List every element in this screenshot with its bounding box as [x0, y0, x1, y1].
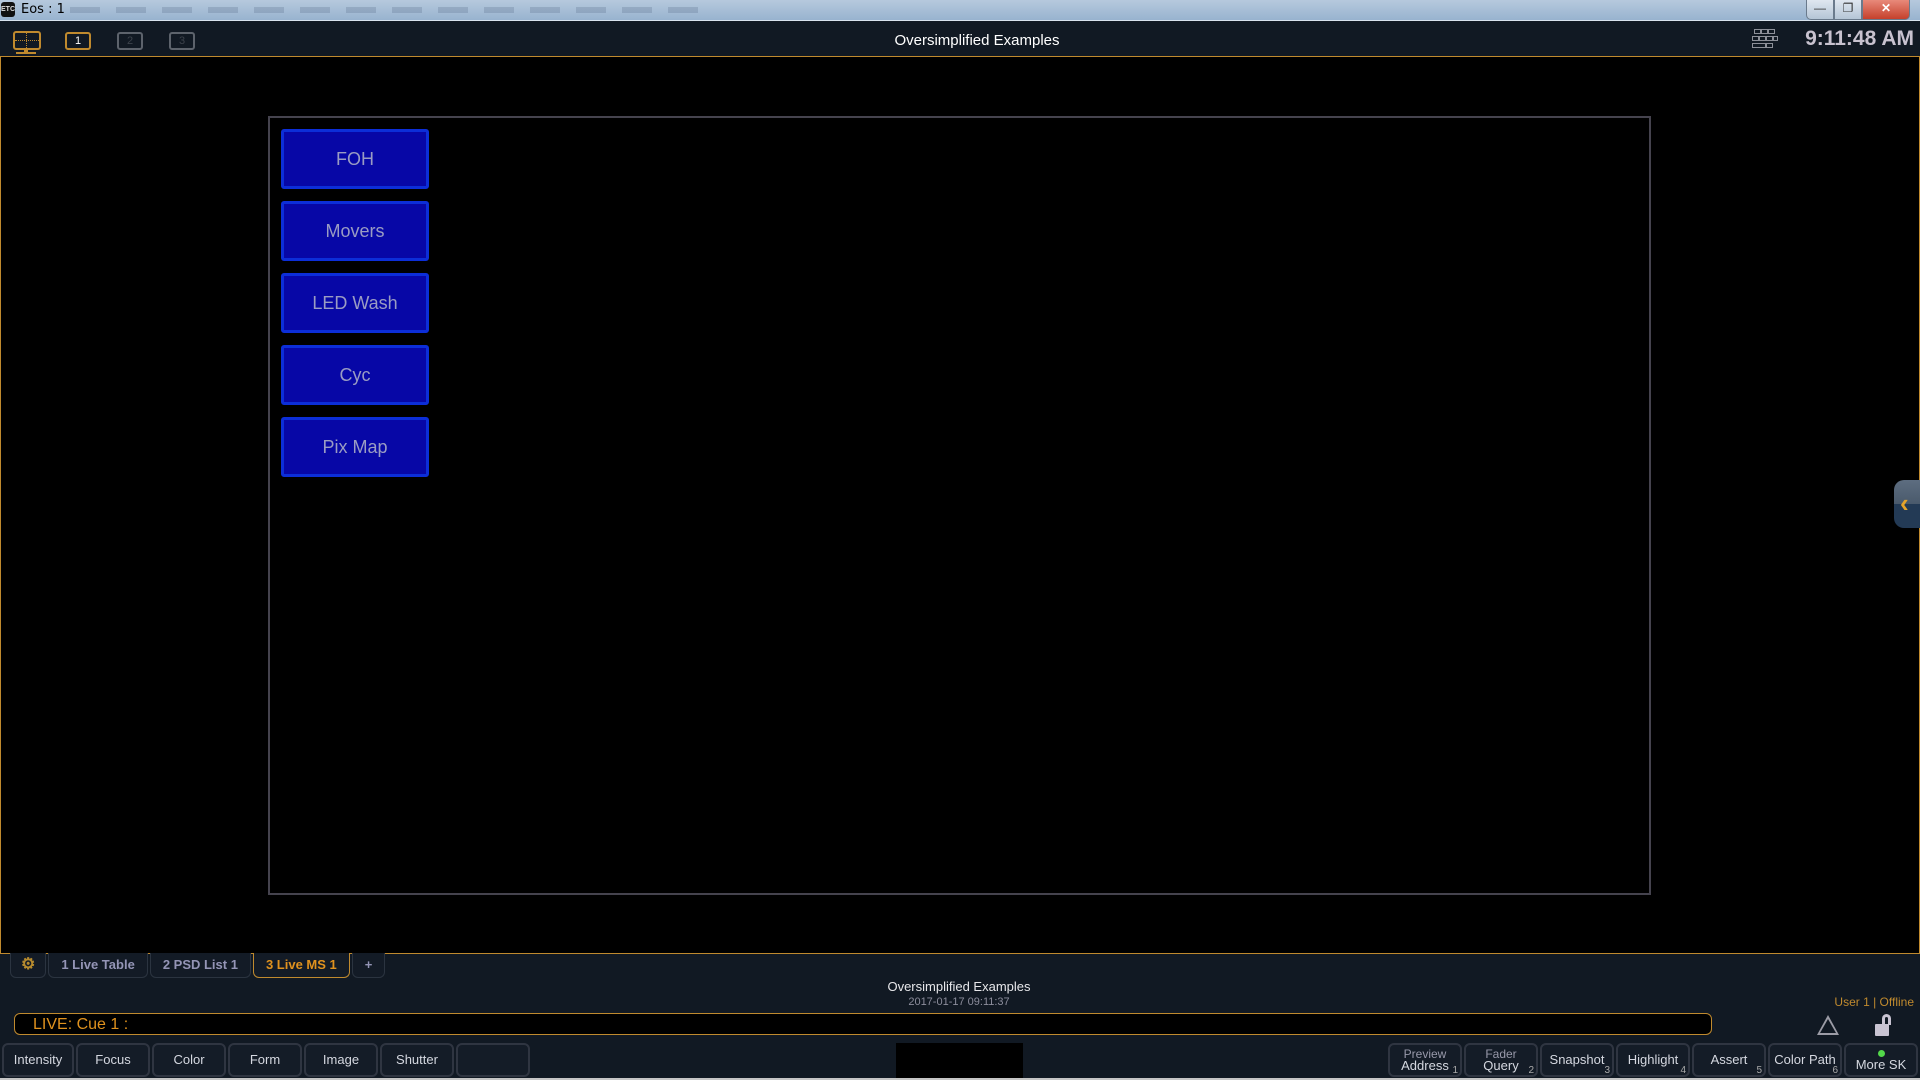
window-title: Eos : 1 — [21, 2, 65, 17]
monitor-base — [16, 52, 36, 54]
softkey-number: 1 — [1452, 1065, 1458, 1076]
etc-logo-icon: ETC — [1, 2, 15, 17]
softkeys: Preview Address 1 Fader Query 2 Snapshot… — [1388, 1043, 1920, 1077]
softkey-empty[interactable] — [456, 1043, 530, 1077]
ms-button-led-wash[interactable]: LED Wash — [281, 273, 429, 333]
softkey-label: Query — [1483, 1058, 1519, 1073]
ms-button-movers[interactable]: Movers — [281, 201, 429, 261]
tab-settings-gear-icon[interactable]: ⚙ — [10, 953, 47, 978]
restore-button[interactable]: ❐ — [1834, 0, 1862, 20]
softkey-number: 6 — [1832, 1065, 1838, 1076]
unlock-icon[interactable] — [1875, 1014, 1891, 1036]
ms-button-cyc[interactable]: Cyc — [281, 345, 429, 405]
keyboard-icon[interactable] — [1752, 29, 1778, 49]
show-datetime: 2017-01-17 09:11:37 — [908, 996, 1010, 1008]
tab-add-button[interactable]: + — [351, 953, 386, 978]
softkey-label: Color Path — [1774, 1052, 1836, 1067]
softkey-number: 4 — [1680, 1065, 1686, 1076]
delta-icon[interactable] — [1817, 1015, 1839, 1035]
tab-live-table[interactable]: 1 Live Table — [48, 953, 148, 978]
softkey-label: Address — [1401, 1058, 1449, 1073]
softkey-preview-address[interactable]: Preview Address 1 — [1388, 1043, 1462, 1077]
tab-psd-list[interactable]: 2 PSD List 1 — [149, 953, 251, 978]
softkey-focus[interactable]: Focus — [76, 1043, 150, 1077]
softkey-number: 3 — [1604, 1065, 1610, 1076]
chevron-left-icon: ‹ — [1900, 488, 1909, 518]
tab-bar: ⚙ 1 Live Table 2 PSD List 1 3 Live MS 1 … — [10, 953, 387, 979]
softkey-label: Highlight — [1627, 1052, 1679, 1067]
softkey-image[interactable]: Image — [304, 1043, 378, 1077]
softkey-highlight[interactable]: Highlight 4 — [1616, 1043, 1690, 1077]
show-name: Oversimplified Examples — [887, 979, 1031, 994]
softkey-fader-query[interactable]: Fader Query 2 — [1464, 1043, 1538, 1077]
softkey-snapshot[interactable]: Snapshot 3 — [1540, 1043, 1614, 1077]
softkey-form[interactable]: Form — [228, 1043, 302, 1077]
clock: 9:11:48 AM — [1805, 27, 1914, 50]
softkey-color-path[interactable]: Color Path 6 — [1768, 1043, 1842, 1077]
close-button[interactable]: ✕ — [1862, 0, 1910, 20]
softkey-more-sk[interactable]: More SK — [1844, 1043, 1918, 1077]
softkey-number: 5 — [1756, 1065, 1762, 1076]
parameter-softkeys: Intensity Focus Color Form Image Shutter — [2, 1043, 532, 1077]
magic-sheet-frame: FOH Movers LED Wash Cyc Pix Map — [268, 116, 1651, 895]
softkey-intensity[interactable]: Intensity — [2, 1043, 74, 1077]
softkey-assert[interactable]: Assert 5 — [1692, 1043, 1766, 1077]
magic-sheet-area: FOH Movers LED Wash Cyc Pix Map — [0, 56, 1920, 954]
blurred-menu-bar — [70, 7, 710, 13]
softkey-shutter[interactable]: Shutter — [380, 1043, 454, 1077]
softkey-number: 2 — [1528, 1065, 1534, 1076]
side-panel-toggle[interactable]: ‹ — [1894, 480, 1920, 528]
minimize-button[interactable]: — — [1806, 0, 1834, 20]
command-line[interactable]: LIVE: Cue 1 : — [14, 1013, 1712, 1035]
blank-panel — [896, 1043, 1023, 1079]
status-area: Oversimplified Examples 2017-01-17 09:11… — [0, 979, 1918, 1008]
status-led-icon — [1877, 1049, 1885, 1057]
ms-button-pix-map[interactable]: Pix Map — [281, 417, 429, 477]
softkey-color[interactable]: Color — [152, 1043, 226, 1077]
ms-button-foh[interactable]: FOH — [281, 129, 429, 189]
softkey-label: More SK — [1855, 1056, 1907, 1072]
show-title: Oversimplified Examples — [894, 32, 1060, 49]
window-title-bar: ETC Eos : 1 — ❐ ✕ — [0, 0, 1920, 21]
softkey-label: Assert — [1710, 1052, 1748, 1067]
softkey-label: Snapshot — [1549, 1052, 1605, 1067]
user-status: User 1 | Offline — [1834, 995, 1914, 1009]
tab-live-ms[interactable]: 3 Live MS 1 — [252, 953, 350, 978]
